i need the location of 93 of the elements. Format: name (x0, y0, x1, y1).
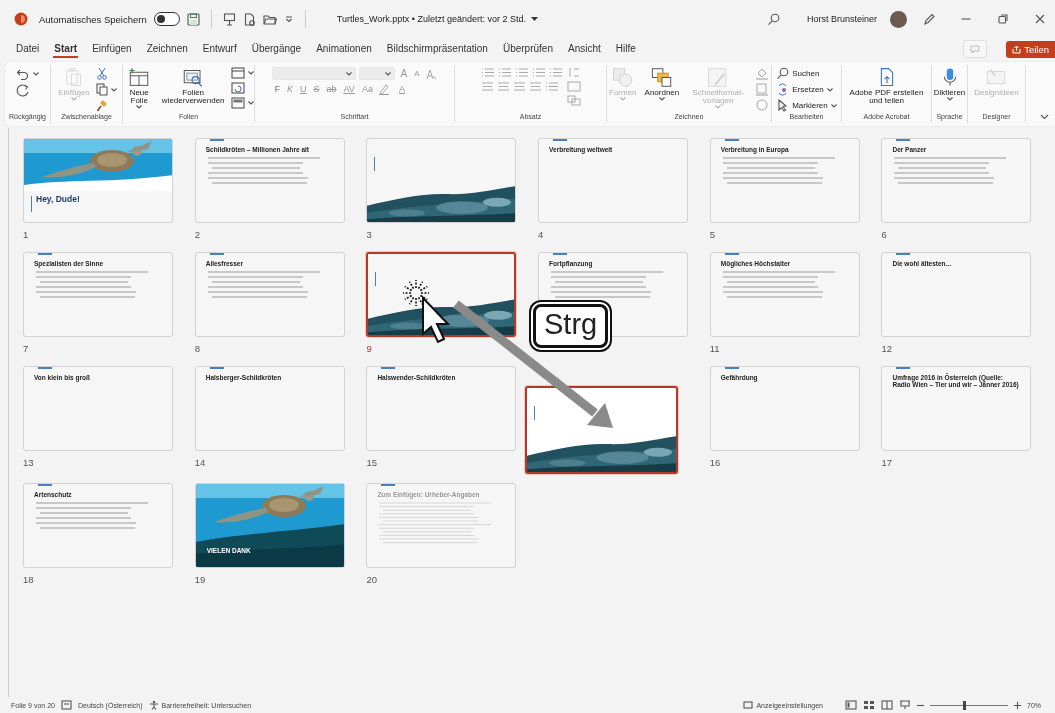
autosave-toggle[interactable] (153, 12, 180, 26)
slide-number: 12 (881, 343, 892, 354)
ribbon-tab[interactable]: Animationen (315, 40, 373, 58)
notes-icon[interactable] (61, 700, 72, 710)
slide-number: 7 (23, 343, 29, 354)
ribbon-tab[interactable]: Entwurf (201, 40, 238, 58)
caret-icon[interactable] (248, 101, 254, 105)
caret-icon[interactable] (830, 103, 837, 108)
caret-icon[interactable] (826, 87, 833, 92)
pen-icon[interactable] (922, 12, 936, 26)
ribbon-tab[interactable]: Hilfe (614, 40, 637, 58)
slide-sorter-icon[interactable] (863, 700, 875, 710)
dragged-slide[interactable] (525, 386, 679, 474)
reset-icon[interactable] (231, 82, 245, 94)
slide-title: Hey, Dude! (36, 194, 80, 204)
document-icon[interactable] (242, 12, 256, 26)
slide-number: 6 (881, 229, 887, 240)
ribbon-tab[interactable]: Bildschirmpräsentation (385, 40, 489, 58)
app-logo-icon (14, 12, 28, 26)
monitor-icon[interactable] (743, 700, 754, 710)
slideshow-icon[interactable] (899, 700, 911, 710)
share-button[interactable]: Teilen (1006, 40, 1055, 58)
caret-icon[interactable] (658, 97, 665, 102)
presenter-icon[interactable] (222, 12, 236, 26)
ribbon-button[interactable]: Markieren (776, 99, 837, 112)
ribbon-button[interactable]: Ersetzen (776, 83, 833, 96)
slide-number: 8 (194, 343, 200, 354)
copy-icon[interactable] (95, 83, 108, 96)
slide-number: 9 (366, 343, 372, 354)
plus-icon (1014, 701, 1021, 709)
ribbon-tab[interactable]: Datei (15, 40, 41, 58)
avatar[interactable] (890, 10, 907, 28)
cursor-icon (422, 295, 451, 344)
file-title: Turtles_Work.pptx • Zuletzt geändert: vor 2 Std. (336, 14, 526, 24)
ribbon-tab[interactable]: Einfügen (91, 40, 133, 58)
save-icon[interactable] (186, 12, 200, 26)
slide-number: 19 (194, 574, 206, 585)
ribbon-button[interactable]: Adobe PDF erstellen und teilen (842, 67, 931, 106)
section-icon[interactable] (231, 97, 245, 109)
accessibility-icon[interactable] (148, 700, 159, 710)
user-name[interactable]: Horst Brunsteiner (806, 14, 877, 24)
slide-number: 16 (709, 457, 721, 468)
slide-number: 4 (538, 229, 544, 240)
ribbon-button[interactable]: Suchen (776, 67, 820, 80)
slide-number: 17 (881, 457, 892, 468)
ribbon-tab[interactable]: Überprüfen (501, 40, 554, 58)
ribbon-button[interactable]: Diktieren (931, 67, 968, 103)
ribbon-tab[interactable]: Zeichnen (145, 40, 189, 58)
customize-caret-icon[interactable] (283, 14, 294, 24)
slide-number: 5 (709, 229, 716, 240)
slide-number: 20 (366, 574, 377, 585)
folder-icon[interactable] (262, 12, 277, 26)
share-icon[interactable] (1012, 44, 1022, 54)
slide-thumbnail[interactable]: Hey, Dude! (23, 138, 173, 223)
close-icon[interactable] (1035, 14, 1045, 24)
ribbon-button[interactable]: Anordnen (642, 67, 682, 103)
slide-number: 15 (366, 457, 377, 468)
slide-number: 3 (366, 229, 372, 240)
ribbon-button[interactable]: Folien wiederverwenden (159, 67, 227, 106)
caret-icon[interactable] (946, 97, 953, 102)
redo-icon[interactable] (16, 84, 30, 98)
reading-view-icon[interactable] (881, 700, 893, 710)
autosave-label: Automatisches Speichern (39, 13, 147, 25)
undo-icon[interactable] (16, 67, 30, 81)
slide-number: 1 (23, 229, 29, 240)
caret-icon[interactable] (248, 71, 254, 75)
search-icon[interactable] (776, 67, 790, 80)
zoom-in-button[interactable] (1014, 701, 1021, 709)
ribbon-tab[interactable]: Übergänge (250, 40, 303, 58)
slide-number: 14 (194, 457, 206, 468)
slide-thumbnail[interactable] (366, 252, 517, 337)
ribbon-tab[interactable]: Ansicht (566, 40, 602, 58)
ribbon-button[interactable]: Neue Folie (123, 67, 156, 111)
format-painter-icon[interactable] (95, 99, 108, 112)
restore-icon[interactable] (998, 14, 1008, 24)
cut-icon[interactable] (95, 67, 108, 80)
caret-icon[interactable] (110, 87, 117, 92)
collapse-ribbon-icon[interactable] (1040, 114, 1049, 120)
zoom-slider-thumb[interactable] (962, 700, 966, 710)
slide-number: 18 (23, 574, 34, 585)
caret-icon[interactable] (530, 16, 538, 22)
caret-icon[interactable] (385, 71, 392, 76)
search-icon[interactable] (766, 12, 780, 26)
layout-icon[interactable] (231, 67, 245, 79)
slide-number: 2 (194, 229, 200, 240)
caret-icon[interactable] (136, 105, 143, 110)
ribbon-tab[interactable]: Start (53, 40, 79, 58)
slide-number: 11 (709, 343, 720, 354)
slide-number: 13 (23, 457, 34, 468)
normal-view-icon[interactable] (845, 700, 857, 710)
click-burst-icon (402, 279, 430, 307)
caret-icon[interactable] (33, 72, 39, 76)
pointer-icon[interactable] (776, 99, 790, 112)
